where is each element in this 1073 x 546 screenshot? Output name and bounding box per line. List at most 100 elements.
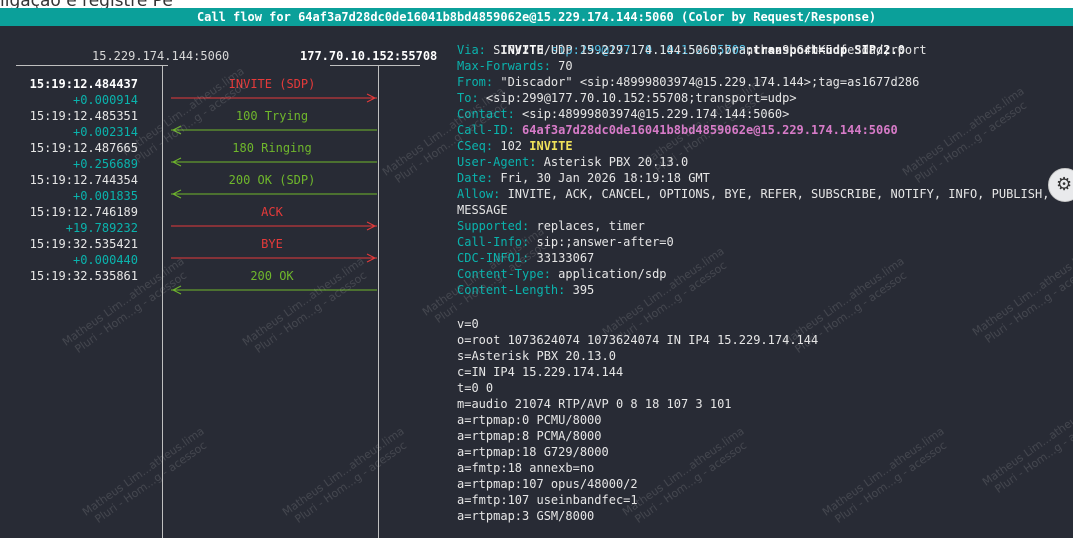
arrow-right-icon — [171, 253, 377, 263]
message-label[interactable]: ACK — [170, 204, 374, 220]
message-delta: +0.256689 — [72, 157, 138, 171]
message-delta: +0.001835 — [72, 189, 138, 203]
sip-header-line: From: "Discador" <sip:48999803974@15.229… — [457, 74, 919, 90]
sip-header-name: Via: — [457, 43, 486, 57]
host-b-rule — [330, 65, 420, 66]
sdp-body-line: a=rtpmap:107 opus/48000/2 — [457, 477, 638, 491]
message-label[interactable]: 180 Ringing — [170, 140, 374, 156]
sip-header-line: CSeq: 102 INVITE — [457, 138, 573, 154]
sip-header-line: User-Agent: Asterisk PBX 20.13.0 — [457, 154, 688, 170]
message-label[interactable]: INVITE (SDP) — [170, 76, 374, 92]
host-a-lifeline — [162, 66, 163, 538]
sip-header-name: CDC-INFO1: — [457, 251, 530, 265]
sdp-body-line: a=fmtp:107 useinbandfec=1 — [457, 493, 638, 507]
sdp-body-line: o=root 1073624074 1073624074 IN IP4 15.2… — [457, 333, 819, 347]
terminal-window: Call flow for 64af3a7d28dc0de16041b8bd48… — [0, 8, 1073, 538]
sip-header-name: Call-ID: — [457, 123, 515, 137]
sip-header-value: application/sdp — [550, 267, 667, 281]
message-time: 15:19:12.744354 — [29, 173, 138, 187]
message-label[interactable]: BYE — [170, 236, 374, 252]
message-label[interactable]: 200 OK — [170, 268, 374, 284]
message-time: 15:19:12.484437 — [29, 77, 138, 91]
sip-header-value: 64af3a7d28dc0de16041b8bd4859062e@15.229.… — [514, 123, 898, 137]
sip-header-line: Supported: replaces, timer — [457, 218, 645, 234]
sip-header-name: Date: — [457, 171, 494, 185]
sdp-body-line: t=0 0 — [457, 381, 494, 395]
message-delta: +0.000914 — [72, 93, 138, 107]
sip-header-line: Date: Fri, 30 Jan 2026 18:19:18 GMT — [457, 170, 710, 186]
sip-header-name: Supported: — [457, 219, 530, 233]
sip-header-line: Max-Forwards: 70 — [457, 58, 573, 74]
sdp-body-line: s=Asterisk PBX 20.13.0 — [457, 349, 616, 363]
sip-header-line: Call-ID: 64af3a7d28dc0de16041b8bd4859062… — [457, 122, 898, 138]
sip-header-line: Allow: INVITE, ACK, CANCEL, OPTIONS, BYE… — [457, 186, 1049, 202]
sip-header-value: MESSAGE — [457, 203, 508, 217]
host-a-label: 15.229.174.144:5060 — [92, 49, 230, 63]
sip-header-name: Content-Length: — [457, 283, 566, 297]
sip-header-line: Contact: <sip:48999803974@15.229.174.144… — [457, 106, 789, 122]
message-label[interactable]: 100 Trying — [170, 108, 374, 124]
sip-header-line: MESSAGE — [457, 202, 508, 218]
message-time: 15:19:12.487665 — [29, 141, 138, 155]
sip-header-line: Content-Type: application/sdp — [457, 266, 667, 282]
message-delta: +0.002314 — [72, 125, 138, 139]
page-top-text: ligação e registre Pe — [0, 0, 173, 8]
call-flow-diagram[interactable]: 15.229.174.144:5060 177.70.10.152:55708 … — [0, 26, 452, 538]
arrow-left-icon — [171, 157, 377, 167]
sip-header-name: Call-Info: — [457, 235, 530, 249]
sip-header-line: Via: SIP/2.0/UDP 15.229.174.144:5060;bra… — [457, 42, 927, 58]
sip-header-value: Fri, 30 Jan 2026 18:19:18 GMT — [493, 171, 710, 185]
call-flow-title-bar: Call flow for 64af3a7d28dc0de16041b8bd48… — [0, 8, 1073, 26]
sip-header-value: replaces, timer — [529, 219, 645, 233]
arrow-left-icon — [171, 285, 377, 295]
sip-header-name: From: — [457, 75, 494, 89]
cseq-method: INVITE — [529, 139, 573, 153]
sip-header-value: SIP/2.0/UDP 15.229.174.144:5060;branch=z… — [485, 43, 927, 57]
sdp-body-line: a=rtpmap:8 PCMA/8000 — [457, 429, 602, 443]
message-detail-pane[interactable]: INVITE sip:299@177.70.10.152:55708;trans… — [452, 26, 1073, 538]
host-a-rule — [16, 65, 168, 66]
sip-header-line: To: <sip:299@177.70.10.152:55708;transpo… — [457, 90, 797, 106]
sip-header-line: Content-Length: 395 — [457, 282, 594, 298]
host-b-label: 177.70.10.152:55708 — [300, 49, 438, 63]
sip-header-name: CSeq: — [457, 139, 494, 153]
sip-header-value: Asterisk PBX 20.13.0 — [536, 155, 689, 169]
message-time: 15:19:12.485351 — [29, 109, 138, 123]
sip-header-name: User-Agent: — [457, 155, 537, 169]
sdp-body-line: a=rtpmap:0 PCMU/8000 — [457, 413, 602, 427]
sdp-body-line: c=IN IP4 15.229.174.144 — [457, 365, 624, 379]
sip-header-name: Max-Forwards: — [457, 59, 551, 73]
sip-header-value: INVITE, ACK, CANCEL, OPTIONS, BYE, REFER… — [500, 187, 1050, 201]
host-b-lifeline — [378, 66, 379, 538]
arrow-left-icon — [171, 189, 377, 199]
message-delta: +19.789232 — [65, 221, 138, 235]
sip-header-name: Contact: — [457, 107, 515, 121]
message-time: 15:19:32.535421 — [29, 237, 138, 251]
sdp-body-line: a=rtpmap:3 GSM/8000 — [457, 509, 595, 523]
sip-header-value: 102 — [493, 139, 530, 153]
sdp-body-line: m=audio 21074 RTP/AVP 0 8 18 107 3 101 — [457, 397, 732, 411]
sip-header-value: "Discador" <sip:48999803974@15.229.174.1… — [493, 75, 920, 89]
sip-header-value: 70 — [550, 59, 573, 73]
message-time: 15:19:32.535861 — [29, 269, 138, 283]
sip-header-line: CDC-INFO1: 33133067 — [457, 250, 594, 266]
sdp-body-line: a=rtpmap:18 G729/8000 — [457, 445, 609, 459]
sip-header-value: 33133067 — [529, 251, 595, 265]
sip-header-name: To: — [457, 91, 479, 105]
arrow-left-icon — [171, 125, 377, 135]
message-label[interactable]: 200 OK (SDP) — [170, 172, 374, 188]
call-flow-title: Call flow for 64af3a7d28dc0de16041b8bd48… — [196, 10, 877, 24]
sip-header-value: <sip:299@177.70.10.152:55708;transport=u… — [478, 91, 797, 105]
sdp-body-line: a=fmtp:18 annexb=no — [457, 461, 595, 475]
sip-header-name: Allow: — [457, 187, 501, 201]
sip-header-value: <sip:48999803974@15.229.174.144:5060> — [514, 107, 790, 121]
sip-header-name: Content-Type: — [457, 267, 551, 281]
message-delta: +0.000440 — [72, 253, 138, 267]
sip-header-value: sip:;answer-after=0 — [529, 235, 674, 249]
message-time: 15:19:12.746189 — [29, 205, 138, 219]
arrow-right-icon — [171, 93, 377, 103]
sdp-body-line: v=0 — [457, 317, 479, 331]
arrow-right-icon — [171, 221, 377, 231]
sip-header-value: 395 — [565, 283, 595, 297]
sip-header-line: Call-Info: sip:;answer-after=0 — [457, 234, 674, 250]
